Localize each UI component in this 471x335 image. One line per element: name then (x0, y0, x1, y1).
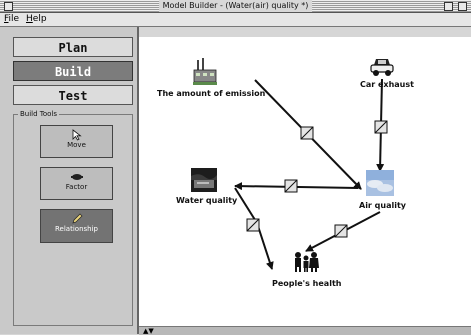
cursor-icon (72, 129, 82, 141)
peoples-health-factor-label[interactable]: People's health (272, 279, 341, 288)
build-tools-title: Build Tools (18, 109, 60, 119)
factory-icon[interactable] (193, 58, 217, 86)
collapse-box-icon[interactable] (458, 2, 467, 11)
menu-help-label: elp (32, 14, 47, 24)
link-car-air[interactable] (374, 78, 388, 172)
menu-file[interactable]: File (4, 13, 19, 26)
sky-photo-icon[interactable] (366, 170, 394, 196)
link-marker-icon[interactable] (300, 126, 314, 140)
water-photo-icon[interactable] (191, 168, 217, 192)
air-quality-factor-label[interactable]: Air quality (359, 201, 406, 210)
relationship-tool-label: Relationship (55, 225, 98, 233)
people-icon[interactable] (293, 251, 319, 273)
build-mode-button[interactable]: Build (13, 61, 133, 81)
model-canvas[interactable]: The amount of emission Car exhaust Water… (139, 37, 471, 326)
link-air-water[interactable] (234, 179, 359, 193)
zoom-box-icon[interactable] (444, 2, 453, 11)
factor-tool-button[interactable]: Factor (40, 167, 113, 200)
link-marker-icon[interactable] (246, 218, 260, 232)
emission-factor-label[interactable]: The amount of emission (157, 89, 265, 98)
link-marker-icon[interactable] (334, 224, 348, 238)
sidebar: Plan Build Test Build Tools Move Factor … (0, 27, 139, 334)
factor-tool-label: Factor (65, 183, 88, 191)
window-title-bar[interactable]: Model Builder - (Water(air) quality *) (0, 0, 471, 13)
link-air-health[interactable] (305, 211, 381, 252)
relationship-tool-button[interactable]: Relationship (40, 209, 113, 243)
factor-icon (70, 174, 83, 180)
build-tools-panel: Build Tools Move Factor Relationship (13, 109, 133, 326)
pencil-icon (71, 213, 82, 224)
link-emission-air[interactable] (254, 79, 362, 190)
car-exhaust-factor-label[interactable]: Car exhaust (360, 80, 414, 89)
move-tool-button[interactable]: Move (40, 125, 113, 158)
window-title: Model Builder - (Water(air) quality *) (158, 0, 313, 12)
menu-file-label: ile (8, 14, 20, 24)
menu-bar: File Help (0, 13, 471, 27)
link-marker-icon[interactable] (374, 120, 388, 134)
link-marker-icon[interactable] (284, 179, 298, 193)
plan-mode-button[interactable]: Plan (13, 37, 133, 57)
test-mode-button[interactable]: Test (13, 85, 133, 105)
menu-help[interactable]: Help (26, 13, 47, 26)
close-box-icon[interactable] (4, 2, 13, 11)
menu-help-mnemonic: H (26, 14, 33, 24)
link-water-health[interactable] (234, 187, 274, 270)
car-icon[interactable] (369, 51, 395, 77)
move-tool-label: Move (67, 141, 86, 149)
water-quality-factor-label[interactable]: Water quality (176, 196, 237, 205)
